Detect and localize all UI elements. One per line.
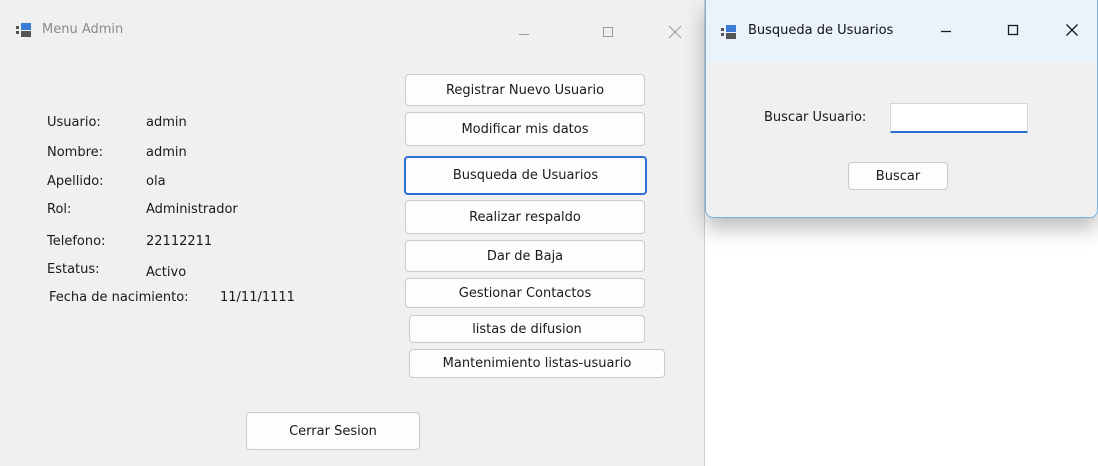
maximize-icon[interactable] [993, 12, 1033, 48]
field-value-estatus: Activo [146, 265, 187, 280]
menu-admin-titlebar[interactable]: Menu Admin [0, 0, 704, 52]
close-icon[interactable] [1052, 12, 1092, 48]
buscar-usuario-input[interactable] [890, 103, 1028, 133]
buscar-button[interactable]: Buscar [848, 162, 948, 190]
dar-de-baja-button[interactable]: Dar de Baja [405, 240, 645, 272]
gestionar-contactos-button[interactable]: Gestionar Contactos [405, 278, 645, 308]
window-title: Menu Admin [42, 22, 124, 37]
field-value-apellido: ola [146, 174, 166, 189]
field-value-rol: Administrador [146, 202, 238, 217]
modificar-mis-datos-button[interactable]: Modificar mis datos [405, 112, 645, 146]
busqueda-usuarios-window: Busqueda de Usuarios Buscar Usuario: Bus… [705, 0, 1098, 218]
buscar-usuario-label: Buscar Usuario: [764, 110, 867, 125]
field-label-rol: Rol: [47, 202, 72, 217]
app-window-icon [16, 23, 31, 37]
listas-de-difusion-button[interactable]: listas de difusion [409, 315, 645, 343]
busqueda-usuarios-titlebar[interactable]: Busqueda de Usuarios [706, 0, 1097, 62]
field-label-apellido: Apellido: [47, 174, 104, 189]
field-label-usuario: Usuario: [47, 115, 101, 130]
realizar-respaldo-button[interactable]: Realizar respaldo [405, 200, 645, 234]
minimize-icon[interactable] [926, 12, 966, 48]
cerrar-sesion-button[interactable]: Cerrar Sesion [246, 412, 420, 450]
mantenimiento-listas-usuario-button[interactable]: Mantenimiento listas-usuario [409, 349, 665, 378]
menu-admin-window: Menu Admin Usuario: admin Nombre: admin … [0, 0, 705, 466]
window-title: Busqueda de Usuarios [748, 23, 894, 38]
field-value-fecha-nacimiento: 11/11/1111 [220, 290, 295, 305]
minimize-icon[interactable] [504, 14, 544, 50]
field-label-nombre: Nombre: [47, 145, 104, 160]
app-window-icon [721, 25, 736, 39]
registrar-nuevo-usuario-button[interactable]: Registrar Nuevo Usuario [405, 74, 645, 106]
busqueda-usuarios-body: Buscar Usuario: Buscar [706, 62, 1097, 217]
field-value-usuario: admin [146, 115, 187, 130]
busqueda-de-usuarios-button[interactable]: Busqueda de Usuarios [404, 156, 647, 195]
field-value-telefono: 22112211 [146, 234, 213, 249]
field-value-nombre: admin [146, 145, 187, 160]
field-label-telefono: Telefono: [47, 234, 106, 249]
close-icon[interactable] [655, 14, 695, 50]
field-label-estatus: Estatus: [47, 262, 100, 277]
field-label-fecha-nacimiento: Fecha de nacimiento: [49, 290, 189, 305]
maximize-icon[interactable] [588, 14, 628, 50]
